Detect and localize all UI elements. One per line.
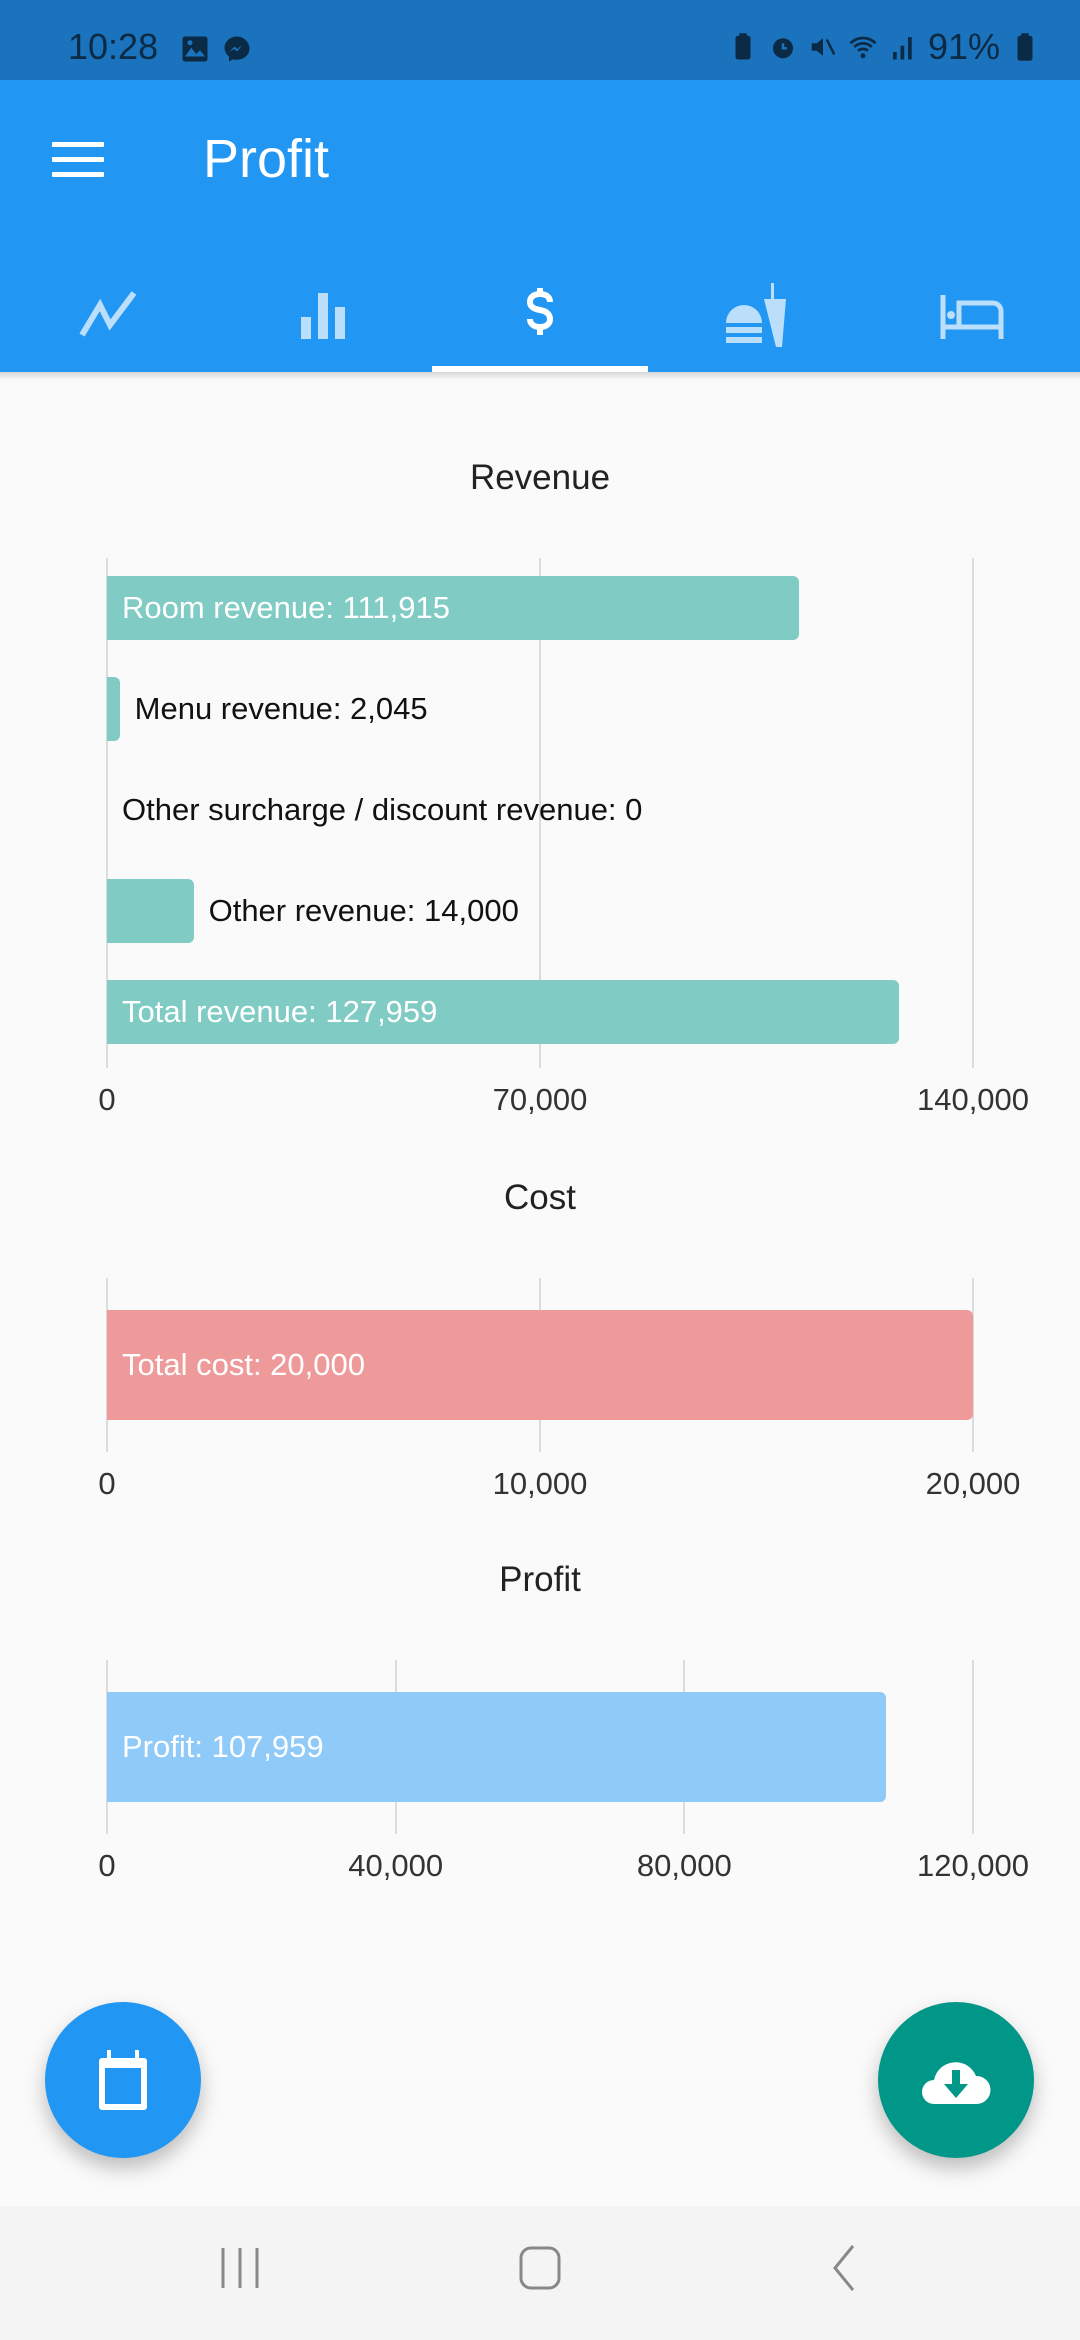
app-bar: Profit: [0, 80, 1080, 372]
tick-label: 20,000: [925, 1466, 1021, 1501]
trending-line-icon: [79, 291, 137, 337]
dollar-icon: [526, 288, 554, 335]
calendar-button[interactable]: [45, 2002, 201, 2158]
battery-icon: [1017, 33, 1033, 61]
tick-label: 10,000: [492, 1466, 588, 1501]
download-button[interactable]: [878, 2002, 1034, 2158]
mute-icon: [811, 38, 836, 56]
chart-plot-profit: Profit: 107,959: [106, 1660, 974, 1834]
tick-label: 120,000: [916, 1848, 1030, 1883]
alarm-icon: [772, 38, 793, 59]
home-icon[interactable]: [515, 2244, 565, 2292]
status-time: 10:28: [68, 26, 159, 67]
tick-label: 0: [98, 1848, 116, 1883]
chart-plot-cost: Total cost: 20,000: [106, 1278, 974, 1452]
bar-label: Profit: 107,959: [122, 1729, 324, 1764]
bar-label: Menu revenue: 2,045: [134, 691, 428, 726]
bar-label: Total revenue: 127,959: [122, 994, 438, 1029]
bar-label: Room revenue: 111,915: [122, 590, 451, 625]
tab-food-drink[interactable]: [648, 260, 864, 372]
menu-button[interactable]: [52, 142, 104, 182]
tab-bar: [0, 260, 1080, 372]
bar-label: Other revenue: 14,000: [208, 893, 519, 928]
food-drink-icon: [726, 283, 786, 347]
signal-icon: [892, 37, 912, 60]
tab-bar-chart[interactable]: [216, 260, 432, 372]
status-bar: 10:28 91%: [0, 0, 1080, 80]
tick-label: 80,000: [636, 1848, 732, 1883]
tick-label: 70,000: [492, 1082, 588, 1117]
recent-apps-icon[interactable]: [215, 2244, 265, 2292]
back-icon[interactable]: [825, 2244, 865, 2292]
bed-icon: [940, 295, 1004, 339]
hamburger-icon: [52, 142, 104, 147]
tick-label: 140,000: [916, 1082, 1030, 1117]
battery-saver-icon: [735, 33, 751, 60]
wifi-icon: [849, 36, 877, 59]
chart-plot-revenue: Room revenue: 111,915 Menu revenue: 2,045…: [106, 558, 974, 1068]
tick-label: 40,000: [348, 1848, 444, 1883]
chart-title: Profit: [499, 1560, 581, 1599]
battery-percent: 91%: [927, 26, 1000, 67]
system-nav-bar: [0, 2206, 1080, 2340]
bar-label: Other surcharge / discount revenue: 0: [122, 792, 643, 827]
cloud-download-icon: [922, 2062, 991, 2104]
tick-label: 0: [98, 1466, 116, 1501]
tab-bed[interactable]: [864, 260, 1080, 372]
gridline: [972, 1660, 974, 1834]
bar-label: Total cost: 20,000: [122, 1347, 365, 1382]
bar-chart-icon: [301, 293, 345, 339]
messenger-icon: [224, 36, 250, 62]
page-title: Profit: [203, 129, 330, 189]
bar[interactable]: [107, 879, 194, 943]
chart-title: Revenue: [469, 458, 611, 497]
gridline: [972, 558, 974, 1068]
gallery-icon: [182, 36, 208, 62]
calendar-icon: [99, 2050, 147, 2110]
chart-title: Cost: [504, 1178, 576, 1217]
tab-dollar[interactable]: [432, 260, 648, 372]
tab-trend[interactable]: [0, 260, 216, 372]
bar[interactable]: [107, 677, 120, 741]
tick-label: 0: [98, 1082, 116, 1117]
